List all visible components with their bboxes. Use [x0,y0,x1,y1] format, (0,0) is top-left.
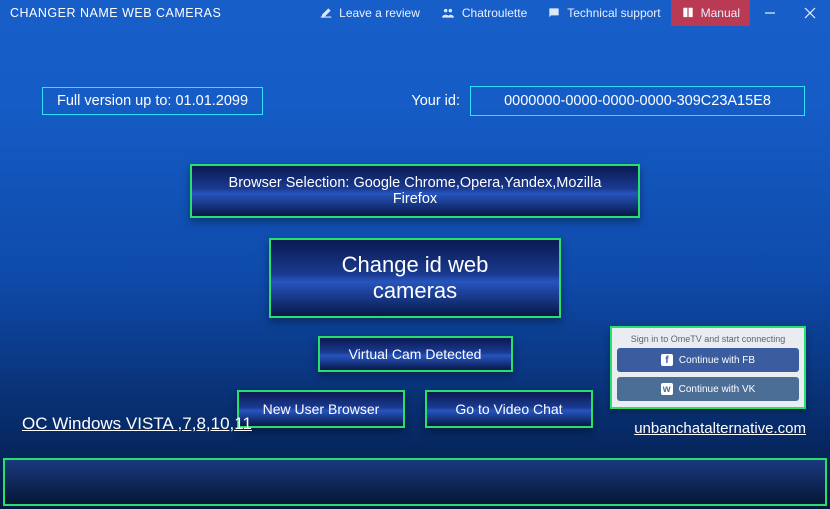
leave-review-label: Leave a review [339,6,420,20]
manual-link[interactable]: Manual [671,0,750,26]
chatroulette-link[interactable]: Chatroulette [430,0,537,26]
leave-review-link[interactable]: Leave a review [309,0,430,26]
virtual-cam-button[interactable]: Virtual Cam Detected [318,336,513,372]
your-id-label: Your id: [411,93,460,109]
review-icon [319,6,333,20]
app-title: CHANGER NAME WEB CAMERAS [10,6,221,20]
continue-with-fb-label: Continue with FB [679,355,755,366]
footer-bar [3,458,827,506]
chatroulette-label: Chatroulette [462,6,527,20]
continue-with-vk-button[interactable]: w Continue with VK [617,377,799,401]
book-icon [681,6,695,20]
new-user-browser-button[interactable]: New User Browser [237,390,405,428]
version-box: Full version up to: 01.01.2099 [42,87,263,115]
minimize-button[interactable] [750,0,790,26]
facebook-icon: f [661,354,673,366]
technical-support-link[interactable]: Technical support [537,0,670,26]
technical-support-label: Technical support [567,6,660,20]
chat-icon [547,6,561,20]
os-support-label: OC Windows VISTA ,7,8,10,11 [22,414,252,434]
ometv-signin-panel: Sign in to OmeTV and start connecting f … [610,326,806,409]
change-id-button[interactable]: Change id web cameras [269,238,561,318]
continue-with-fb-button[interactable]: f Continue with FB [617,348,799,372]
site-link[interactable]: unbanchatalternative.com [634,420,806,437]
browser-selection-button[interactable]: Browser Selection: Google Chrome,Opera,Y… [190,164,640,218]
manual-label: Manual [701,6,740,20]
people-icon [440,6,456,20]
vk-icon: w [661,383,673,395]
ometv-title: Sign in to OmeTV and start connecting [617,334,799,344]
go-to-video-chat-button[interactable]: Go to Video Chat [425,390,593,428]
close-button[interactable] [790,0,830,26]
your-id-value[interactable]: 0000000-0000-0000-0000-309C23A15E8 [470,86,805,116]
continue-with-vk-label: Continue with VK [679,384,756,395]
